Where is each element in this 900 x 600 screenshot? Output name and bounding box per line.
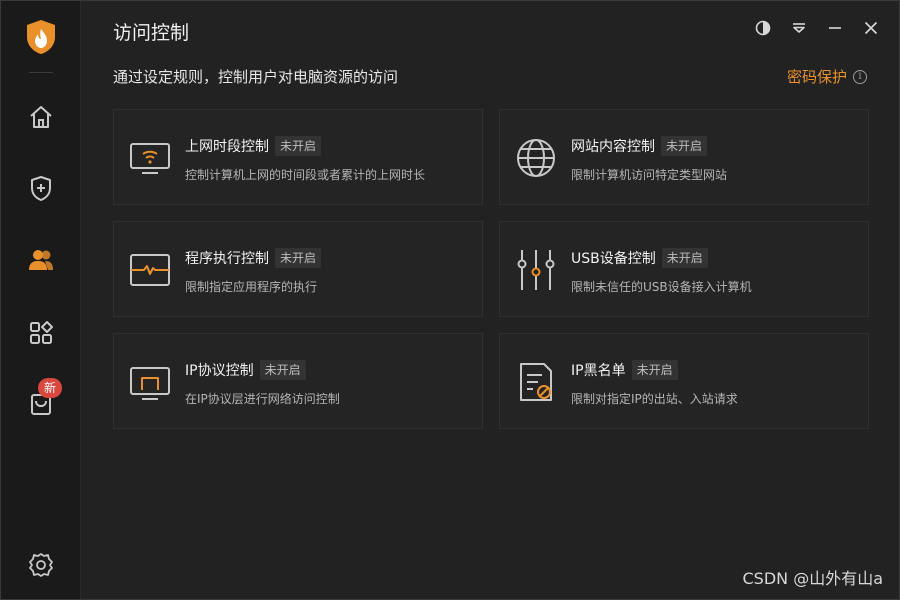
card-title: IP协议控制 [185,363,254,379]
program-pulse-icon [128,248,172,292]
sidebar-item-home[interactable] [21,97,61,137]
info-icon[interactable]: i [853,69,867,84]
sidebar-item-settings[interactable] [21,545,61,585]
watermark-text: CSDN @山外有山a [742,569,883,588]
page-title: 访问控制 [113,22,190,44]
globe-icon [514,136,558,180]
card-title: IP黑名单 [571,363,626,379]
user-group-icon [29,250,53,270]
status-badge: 未开启 [259,360,306,380]
card-time-control[interactable]: 上网时段控制 未开启 控制计算机上网的时间段或者累计的上网时长 [113,109,483,205]
app-logo-icon [25,19,57,55]
page-subtitle: 通过设定规则，控制用户对电脑资源的访问 [113,68,399,86]
status-badge: 未开启 [275,136,322,156]
card-title: 程序执行控制 [185,251,269,267]
document-block-icon [514,360,558,404]
card-program-control[interactable]: 程序执行控制 未开启 限制指定应用程序的执行 [113,221,483,317]
close-icon [864,21,878,35]
close-button[interactable] [860,17,882,39]
status-badge: 未开启 [661,248,708,268]
shield-plus-icon [31,176,51,201]
card-title: USB设备控制 [571,251,656,267]
sidebar-item-protection[interactable] [21,168,61,208]
app-window: 新 访问控制 通过设定规则，控制用户对电脑资源的访问 密码保护 i 上网时段控制… [0,0,900,600]
status-badge: 未开启 [631,360,678,380]
password-protect-label: 密码保护 [786,68,847,86]
card-title: 网站内容控制 [571,139,655,155]
monitor-wifi-icon [128,136,172,180]
minimize-icon [829,27,841,29]
home-icon [30,106,52,128]
status-badge: 未开启 [661,136,708,156]
menu-button[interactable] [788,17,810,39]
sidebar-item-apps[interactable] [21,313,61,353]
sidebar-item-access-control[interactable] [21,240,61,280]
card-description: 在IP协议层进行网络访问控制 [185,392,340,406]
password-protect-link[interactable]: 密码保护 i [787,66,867,87]
theme-toggle-button[interactable] [752,17,774,39]
contrast-icon [755,20,771,36]
card-description: 限制未信任的USB设备接入计算机 [571,280,752,294]
card-description: 限制计算机访问特定类型网站 [571,168,728,182]
menu-dropdown-icon [793,23,805,33]
card-title: 上网时段控制 [185,139,269,155]
sidebar-divider [29,72,53,73]
card-website-control[interactable]: 网站内容控制 未开启 限制计算机访问特定类型网站 [499,109,869,205]
sliders-icon [514,248,558,292]
card-ip-protocol-control[interactable]: IP协议控制 未开启 在IP协议层进行网络访问控制 [113,333,483,429]
status-badge: 未开启 [275,248,322,268]
settings-icon [29,553,53,577]
sidebar: 新 [1,1,81,599]
monitor-window-icon [128,360,172,404]
card-ip-blacklist[interactable]: IP黑名单 未开启 限制对指定IP的出站、入站请求 [499,333,869,429]
minimize-button[interactable] [824,17,846,39]
new-badge: 新 [38,378,63,398]
apps-icon [30,321,53,344]
card-description: 控制计算机上网的时间段或者累计的上网时长 [185,168,426,182]
card-usb-control[interactable]: USB设备控制 未开启 限制未信任的USB设备接入计算机 [499,221,869,317]
card-description: 限制指定应用程序的执行 [185,280,318,294]
card-description: 限制对指定IP的出站、入站请求 [571,392,738,406]
